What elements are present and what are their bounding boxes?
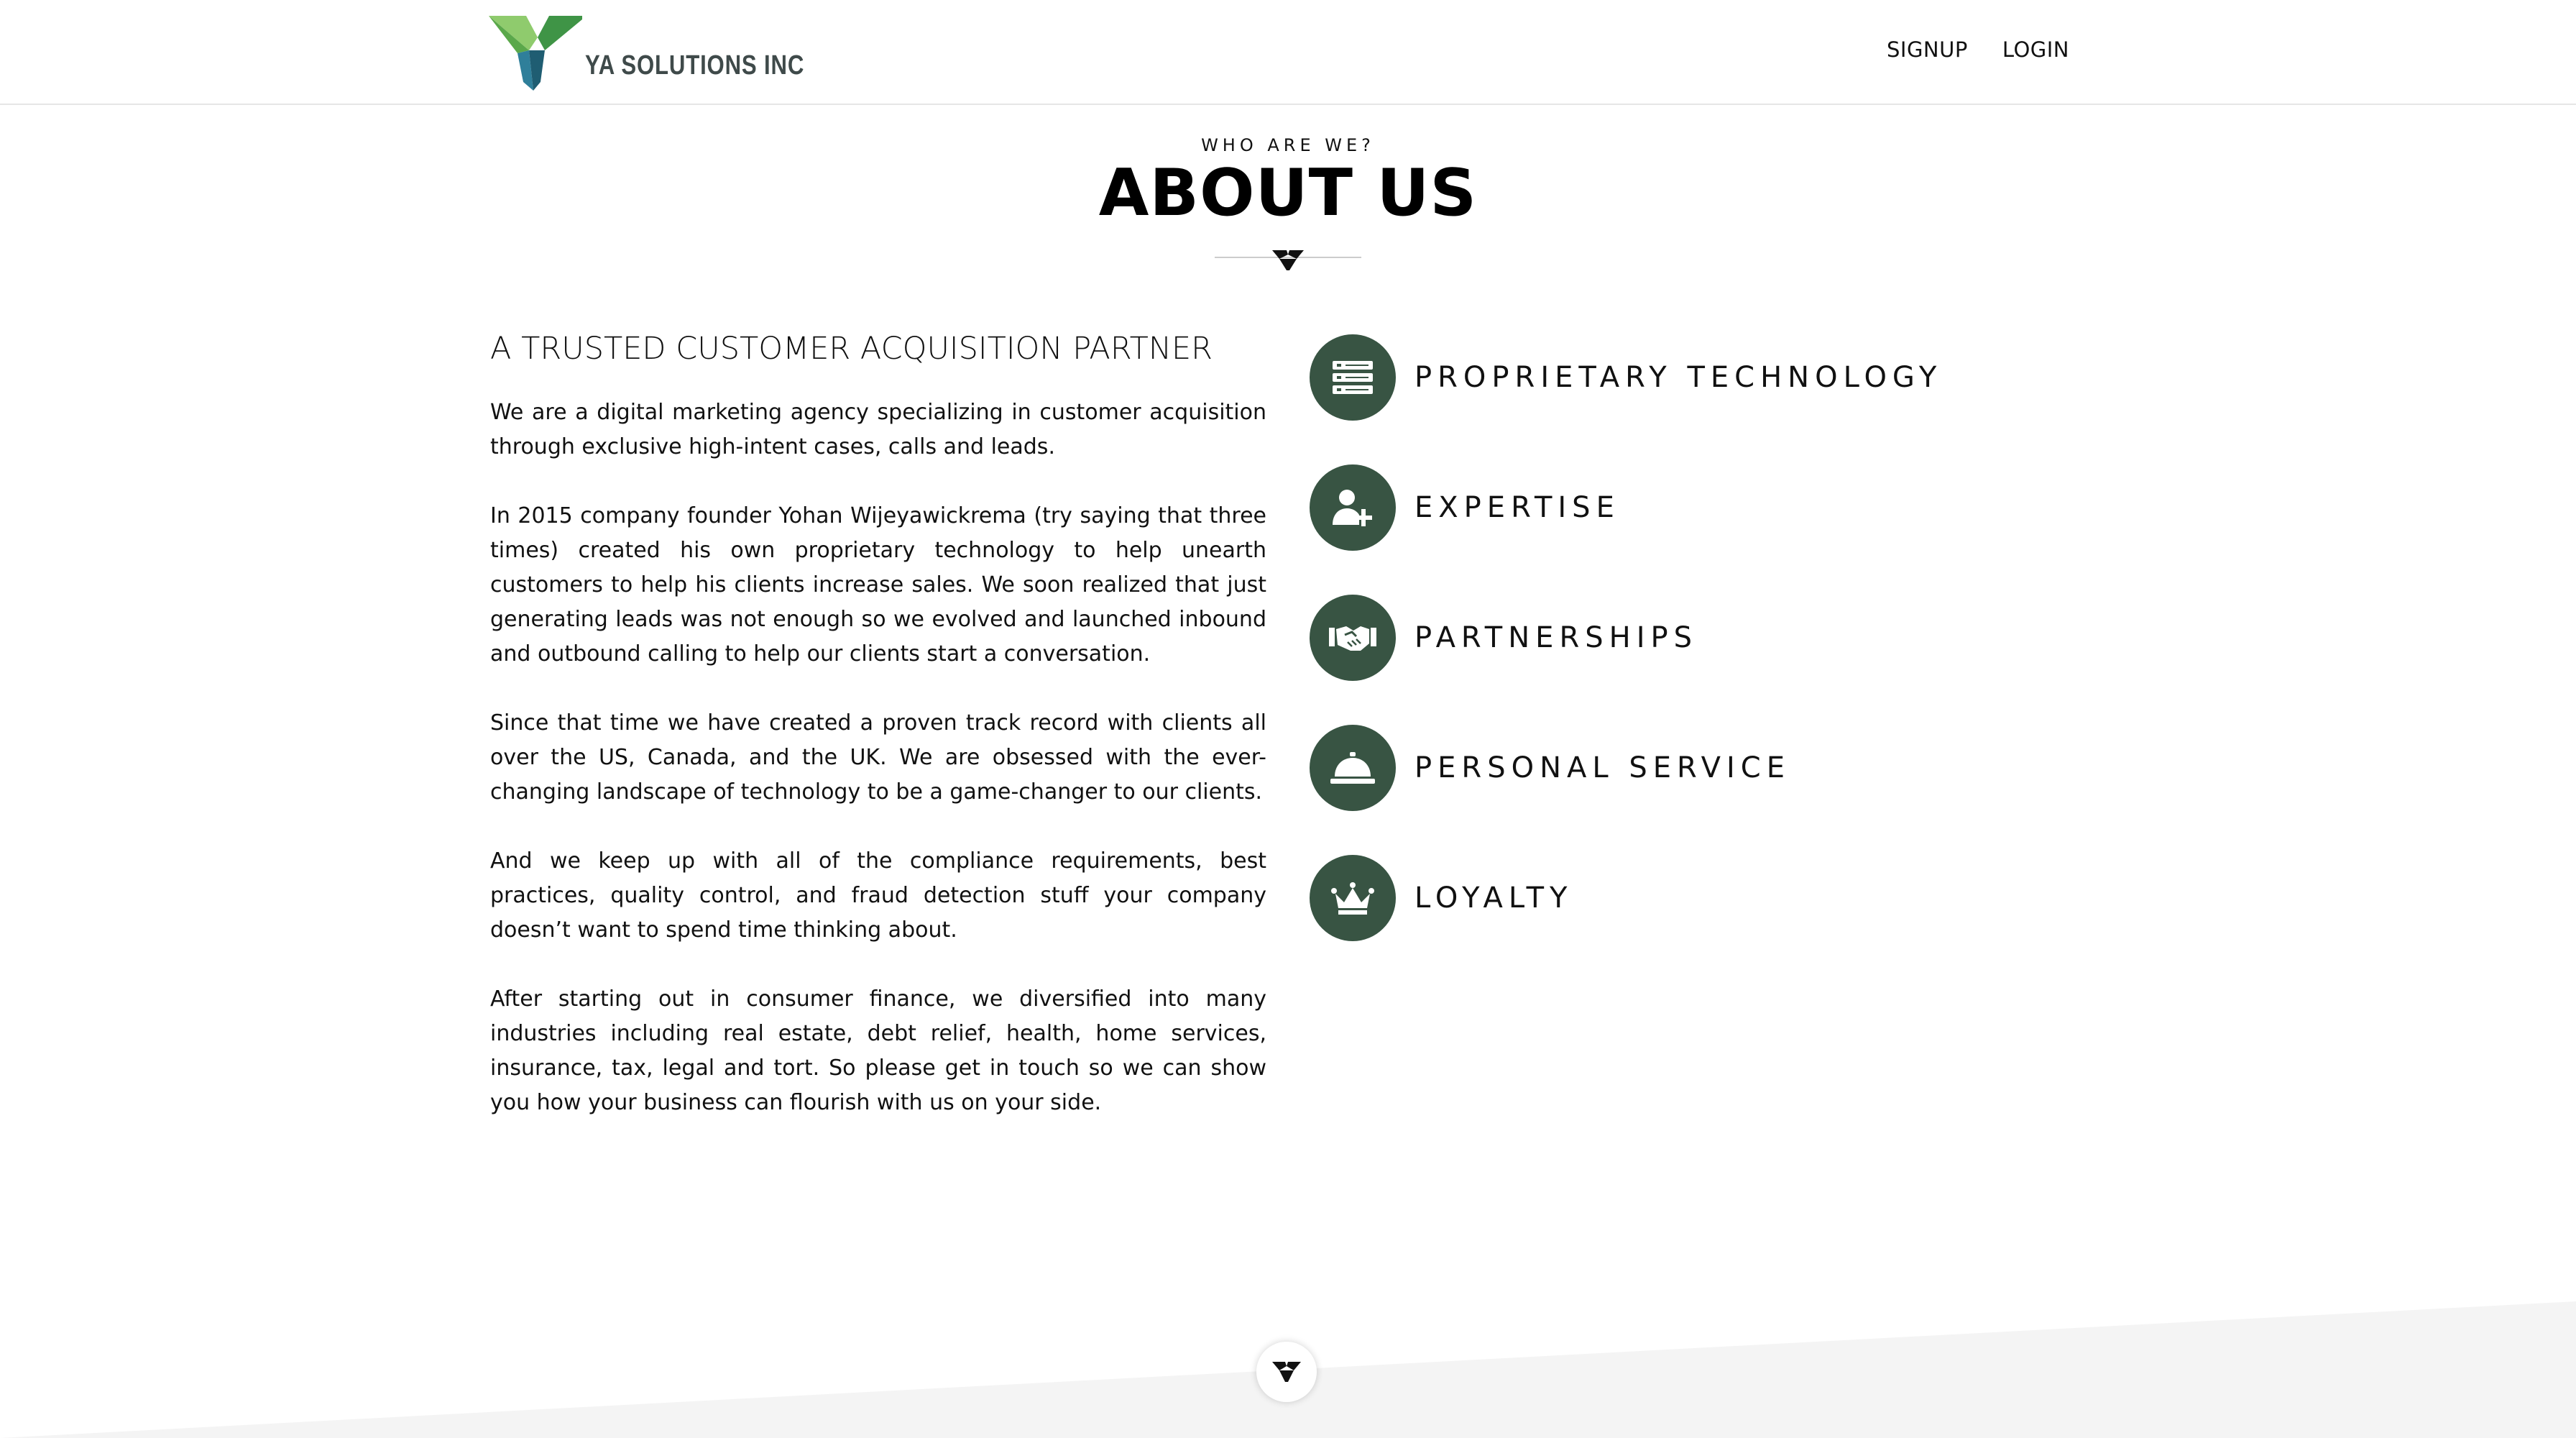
feature-expertise: EXPERTISE (1310, 464, 1942, 551)
about-paragraph: In 2015 company founder Yohan Wijeyawick… (490, 503, 1266, 667)
ya-mark-icon (1272, 1362, 1301, 1382)
logo-link[interactable]: YA SOLUTIONS INC (489, 13, 804, 92)
feature-label: PERSONAL SERVICE (1414, 751, 1790, 784)
server-icon (1310, 334, 1396, 421)
feature-partnerships: PARTNERSHIPS (1310, 595, 1942, 681)
feature-label: PARTNERSHIPS (1414, 621, 1698, 654)
feature-label: EXPERTISE (1414, 491, 1620, 524)
handshake-icon (1310, 595, 1396, 681)
feature-personal-service: PERSONAL SERVICE (1310, 725, 1942, 811)
feature-proprietary-technology: PROPRIETARY TECHNOLOGY (1310, 334, 1942, 421)
login-link[interactable]: LOGIN (2002, 37, 2069, 62)
scroll-down-button[interactable] (1256, 1342, 1317, 1402)
ya-logo-icon (489, 16, 582, 91)
feature-label: LOYALTY (1414, 881, 1573, 915)
page: YA SOLUTIONS INC SIGNUP LOGIN WHO ARE WE… (0, 0, 2576, 1438)
top-nav: SIGNUP LOGIN (1887, 37, 2069, 62)
about-paragraph: And we keep up with all of the complianc… (490, 848, 1266, 943)
section-eyebrow: WHO ARE WE? (1201, 135, 1375, 155)
logo-text: YA SOLUTIONS INC (585, 50, 805, 81)
features-list: PROPRIETARY TECHNOLOGY EXPERTISE PARTNER… (1310, 334, 1942, 985)
about-content: A TRUSTED CUSTOMER ACQUISITION PARTNER W… (490, 331, 1266, 1155)
page-title: ABOUT US (1098, 155, 1478, 231)
site-header: YA SOLUTIONS INC SIGNUP LOGIN (0, 0, 2576, 105)
signup-link[interactable]: SIGNUP (1887, 37, 1968, 62)
feature-label: PROPRIETARY TECHNOLOGY (1414, 361, 1943, 394)
title-divider (1215, 250, 1361, 270)
about-paragraph: After starting out in consumer finance, … (490, 986, 1266, 1115)
about-paragraph: Since that time we have created a proven… (490, 710, 1266, 805)
feature-loyalty: LOYALTY (1310, 855, 1942, 941)
about-subheading: A TRUSTED CUSTOMER ACQUISITION PARTNER (490, 331, 1213, 367)
service-bell-icon (1310, 725, 1396, 811)
about-paragraph: We are a digital marketing agency specia… (490, 400, 1266, 459)
user-plus-icon (1310, 464, 1396, 551)
crown-icon (1310, 855, 1396, 941)
ya-mark-icon (1272, 250, 1304, 270)
